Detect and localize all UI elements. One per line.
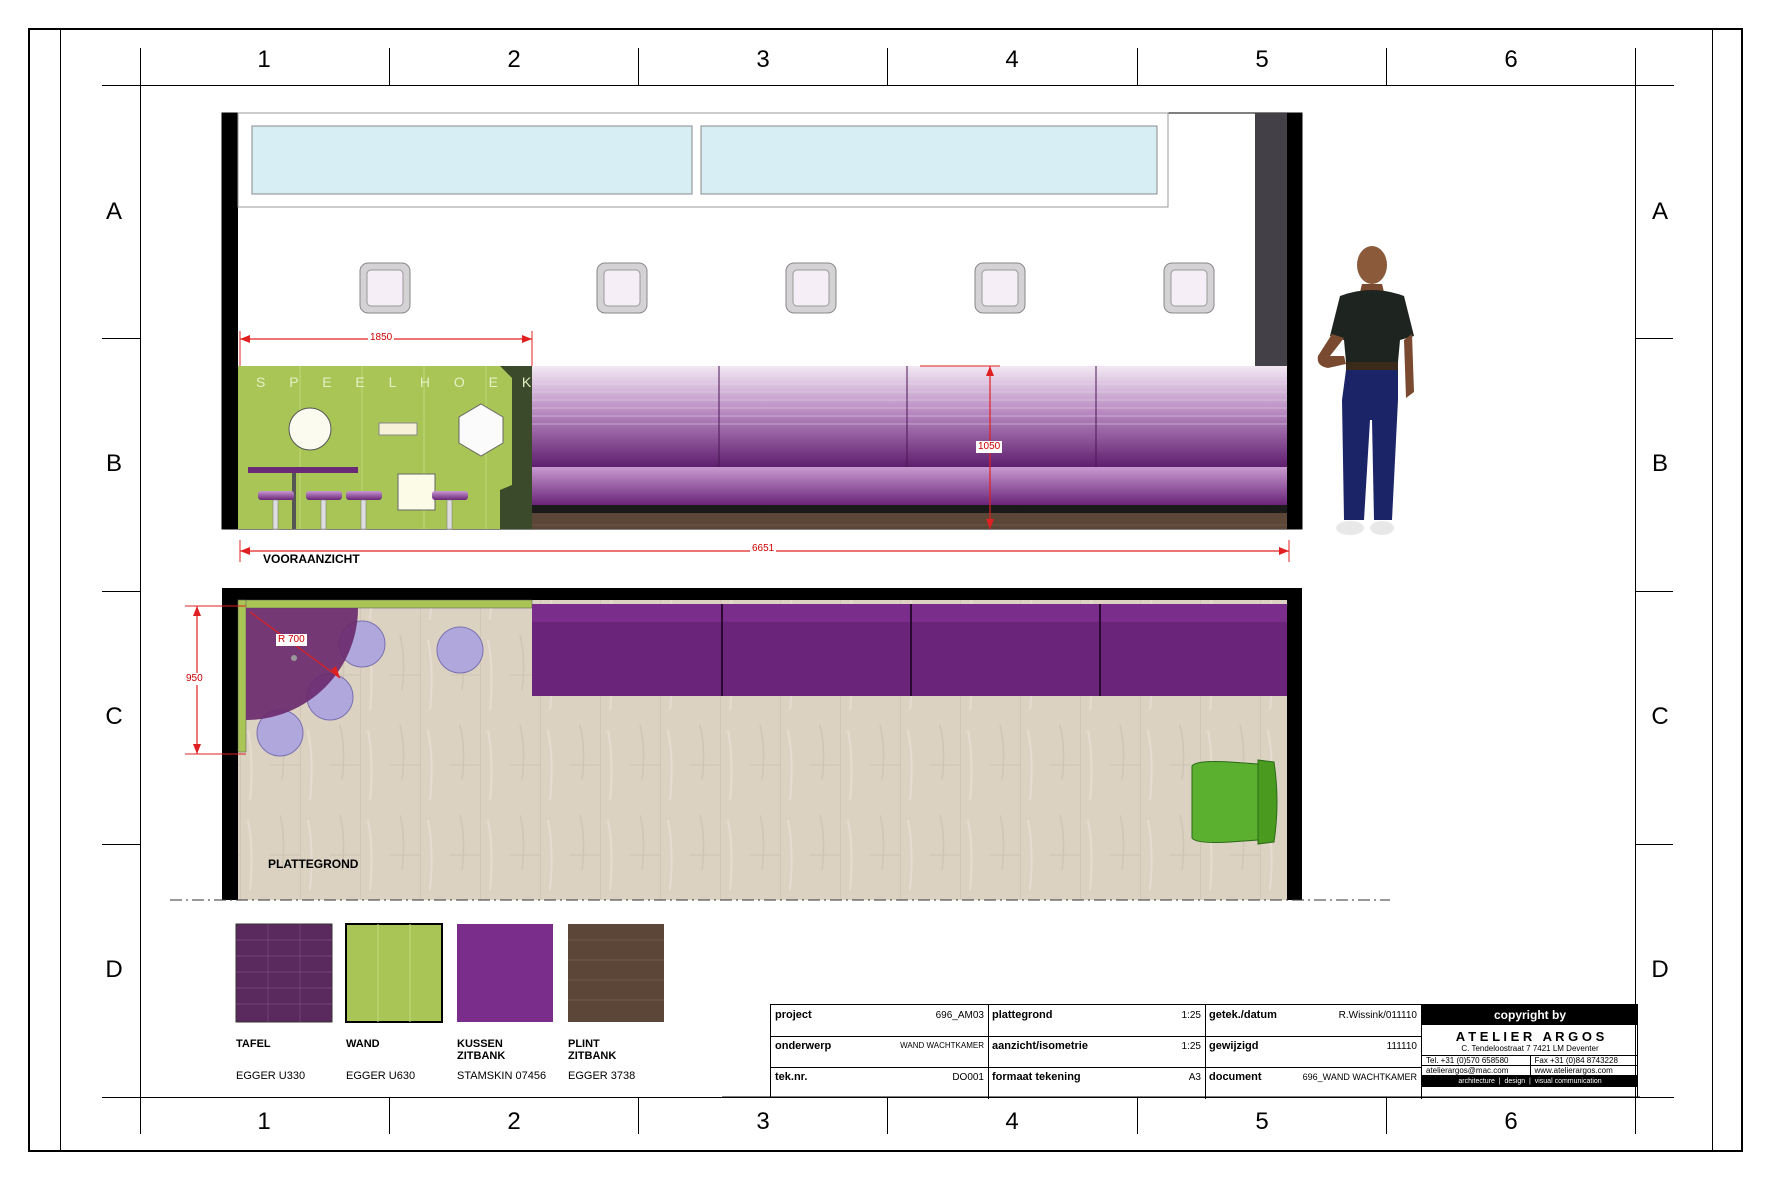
material-name: KUSSEN ZITBANK: [457, 1038, 506, 1062]
tb-gewijzigd: gewijzigd 111110: [1209, 1040, 1417, 1052]
elevation-title: VOORAANZICHT: [263, 552, 360, 566]
company-fax: Fax +31 (0)84 8743228: [1534, 1056, 1618, 1065]
plan-title: PLATTEGROND: [268, 857, 359, 871]
tb-document: document 696_WAND WACHTKAMER: [1209, 1071, 1417, 1083]
dim-play-width: 1850: [368, 332, 395, 344]
company-services: architecture | design | visual communica…: [1422, 1076, 1638, 1087]
swatch-wand: [345, 923, 443, 1023]
material-code: STAMSKIN 07456: [457, 1070, 547, 1082]
wall-light: [359, 262, 411, 314]
tb-getekend: getek./datum R.Wissink/011110: [1209, 1009, 1417, 1021]
company-email[interactable]: atelierargos@mac.com: [1422, 1066, 1531, 1075]
dim-height: 1050: [976, 441, 1003, 453]
wall-light: [785, 262, 837, 314]
material-code: EGGER U330: [236, 1070, 306, 1082]
material-name: WAND: [346, 1038, 380, 1050]
tb-plattegrond: plattegrond 1:25: [992, 1009, 1201, 1021]
title-block: project 696_AM03 onderwerp WAND WACHTKAM…: [770, 1004, 1638, 1099]
dim-depth: 950: [184, 673, 205, 685]
wall-light: [596, 262, 648, 314]
tb-teknr: tek.nr. DO001: [775, 1071, 984, 1083]
wall-light: [1163, 262, 1215, 314]
tb-aanzicht: aanzicht/isometrie 1:25: [992, 1040, 1201, 1052]
material-code: EGGER U630: [346, 1070, 416, 1082]
tb-formaat: formaat tekening A3: [992, 1071, 1201, 1083]
swatch-plint: [568, 924, 664, 1022]
company-address: C. Tendeloostraat 7 7421 LM Deventer: [1422, 1044, 1638, 1056]
dim-total-width: 6651: [750, 543, 777, 555]
swatch-tafel: [235, 923, 333, 1023]
bench-plinth: [532, 513, 1287, 529]
dim-radius: R 700: [276, 634, 307, 646]
company-name: A T E L I E R A R G O S: [1455, 1029, 1605, 1044]
bench-seat: [532, 467, 1287, 505]
tb-project: project 696_AM03: [775, 1009, 984, 1021]
company-block: copyright by A T E L I E R A R G O S C. …: [1422, 1005, 1638, 1098]
tb-onderwerp: onderwerp WAND WACHTKAMER: [775, 1040, 984, 1052]
wall-light: [974, 262, 1026, 314]
material-code: EGGER 3738: [568, 1070, 636, 1082]
swatch-kussen: [457, 924, 553, 1022]
material-name: PLINT ZITBANK: [568, 1038, 617, 1062]
material-name: TAFEL: [236, 1038, 271, 1050]
bench-backrest: [532, 366, 1287, 467]
copyright-bar: copyright by: [1422, 1005, 1638, 1025]
play-corner-lettering: S P E E L H O E K: [256, 374, 542, 390]
company-tel: Tel. +31 (0)570 658580: [1422, 1056, 1531, 1065]
human-scale-figure: [1317, 246, 1414, 535]
company-web[interactable]: www.atelierargos.com: [1531, 1066, 1639, 1075]
